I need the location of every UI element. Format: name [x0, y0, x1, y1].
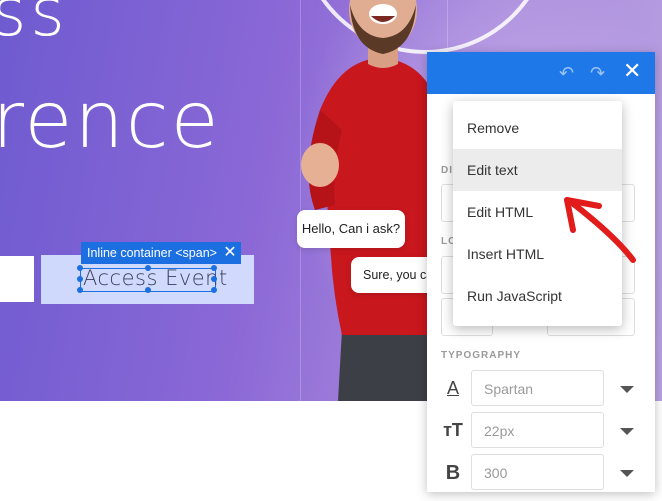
resize-handle[interactable] [145, 265, 151, 271]
resize-handle[interactable] [77, 265, 83, 271]
hero-heading-line1: ss [0, 0, 69, 51]
close-icon[interactable]: ✕ [623, 60, 641, 82]
font-family-icon: A [446, 378, 459, 398]
chevron-down-icon[interactable] [620, 470, 634, 477]
chevron-down-icon[interactable] [620, 386, 634, 393]
font-weight-select[interactable]: 300 [471, 454, 604, 490]
resize-handle[interactable] [77, 276, 83, 282]
resize-handle[interactable] [211, 287, 217, 293]
resize-handle[interactable] [145, 287, 151, 293]
element-type-tag: Inline container <span> [81, 242, 223, 264]
annotation-arrow [564, 197, 636, 263]
resize-handle[interactable] [211, 265, 217, 271]
person-photo [301, 0, 449, 401]
chat-bubble-question: Hello, Can i ask? [297, 210, 405, 248]
font-family-select[interactable]: Spartan [471, 370, 604, 406]
chevron-down-icon[interactable] [620, 428, 634, 435]
typography-label: TYPOGRAPHY [441, 350, 522, 361]
selected-text-access-event[interactable]: Access Event [83, 266, 228, 290]
redo-icon[interactable]: ↷ [590, 63, 605, 83]
menu-item-edit-text[interactable]: Edit text [453, 149, 622, 191]
panel-toolbar: ↶ ↷ ✕ [427, 52, 655, 94]
resize-handle[interactable] [77, 287, 83, 293]
hero-heading-line2: rence [0, 76, 221, 166]
hero-button-partial[interactable] [0, 256, 34, 302]
font-size-icon: тT [443, 420, 463, 440]
section-label-di: DI [441, 165, 453, 176]
menu-item-run-javascript[interactable]: Run JavaScript [453, 275, 622, 317]
font-size-select[interactable]: 22px [471, 412, 604, 448]
menu-item-remove[interactable]: Remove [453, 107, 622, 149]
font-weight-icon: B [445, 462, 461, 484]
deselect-close-icon[interactable]: ✕ [219, 242, 241, 264]
resize-handle[interactable] [211, 276, 217, 282]
undo-icon[interactable]: ↶ [559, 63, 574, 83]
